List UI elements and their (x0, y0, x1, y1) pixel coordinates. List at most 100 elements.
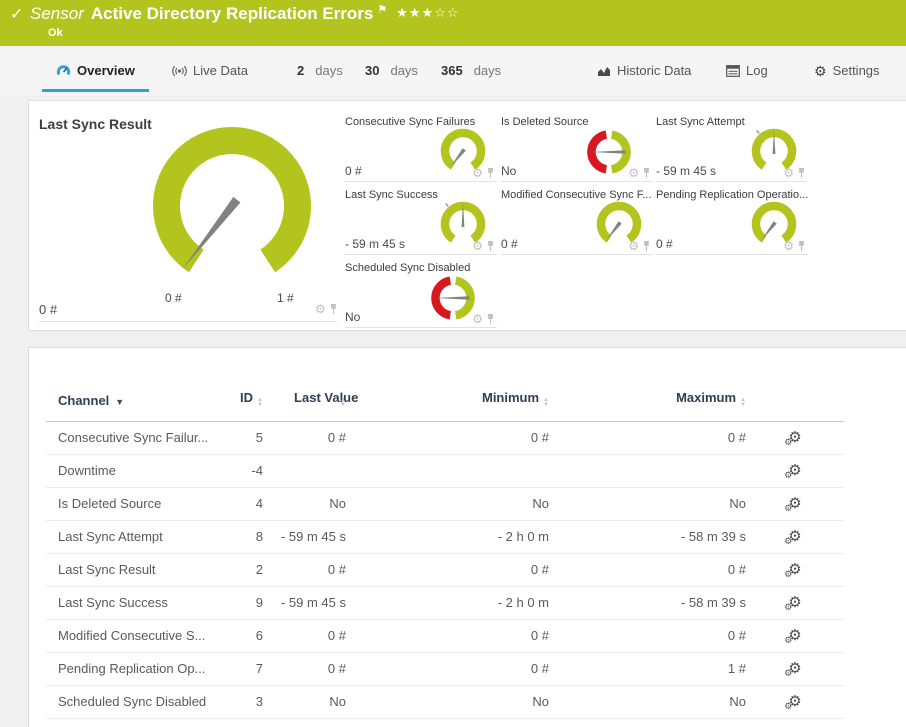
channel-minimum: 0 # (346, 421, 549, 455)
channel-name[interactable]: Pending Replication Op... (46, 652, 231, 686)
pin-icon[interactable] (642, 240, 651, 252)
table-row[interactable]: Downtime -4 ⚙ ⚙ (46, 454, 844, 488)
channel-name[interactable]: Consecutive Sync Failur... (46, 421, 231, 455)
channel-id: 4 (231, 487, 263, 521)
sort-icon: ▲ ▼ (543, 396, 549, 408)
channel-settings-gear-icon[interactable]: ⚙ ⚙ (784, 529, 801, 546)
channel-settings-gear-icon[interactable]: ⚙ ⚙ (784, 595, 801, 612)
channel-table-panel: Channel ▼ ID ▲ ▼ Last Value ▲ ▼ Minimum ▲ ▼ Max… (28, 347, 906, 727)
chevron-down-icon: ▼ (115, 396, 125, 407)
channel-id: 6 (231, 619, 263, 653)
column-header-id[interactable]: ID ▲ ▼ (231, 348, 263, 422)
channel-name[interactable]: Modified Consecutive S... (46, 619, 231, 653)
gauge-settings-gear-icon[interactable]: ⚙ (472, 313, 483, 325)
divider (345, 181, 497, 182)
area-chart-icon (598, 67, 610, 76)
table-row[interactable]: Is Deleted Source 4 No No No ⚙ ⚙ (46, 487, 844, 521)
tab-settings[interactable]: ⚙ Settings (800, 46, 894, 95)
tab-log[interactable]: Log (712, 46, 782, 95)
overview-panel: Last Sync Result 0 # 1 # 0 # ⚙ Consecuti… (28, 100, 906, 331)
channel-id: 3 (231, 685, 263, 719)
channel-name[interactable]: Last Sync Success (46, 586, 231, 620)
channel-maximum: - 58 m 39 s (549, 586, 746, 620)
channel-table: Channel ▼ ID ▲ ▼ Last Value ▲ ▼ Minimum ▲ ▼ Max… (46, 348, 844, 719)
gauge-tile-consecutive-sync-failures[interactable]: Consecutive Sync Failures 0 # ⚙ (345, 116, 499, 183)
tab-2-days-number: 2 (297, 63, 305, 78)
table-row[interactable]: Modified Consecutive S... 6 0 # 0 # 0 # … (46, 619, 844, 653)
pin-icon[interactable] (642, 167, 651, 179)
pin-icon[interactable] (486, 167, 495, 179)
channel-settings-gear-icon[interactable]: ⚙ ⚙ (784, 628, 801, 645)
channel-settings-gear-icon[interactable]: ⚙ ⚙ (784, 496, 801, 513)
column-header-maximum[interactable]: Maximum ▲ ▼ (549, 348, 746, 422)
channel-settings-gear-icon[interactable]: ⚙ ⚙ (784, 430, 801, 447)
channel-last-value: 0 # (263, 421, 346, 455)
pin-icon[interactable] (797, 167, 806, 179)
tab-2-days[interactable]: 2 days (283, 46, 357, 95)
divider (501, 181, 653, 182)
tab-30-days-number: 30 (365, 63, 380, 78)
channel-settings-gear-icon[interactable]: ⚙ ⚙ (784, 562, 801, 579)
gauge-settings-gear-icon[interactable]: ⚙ (783, 240, 794, 252)
channel-name[interactable]: Downtime (46, 454, 231, 488)
main-gauge[interactable] (147, 126, 317, 286)
channel-maximum: No (549, 685, 746, 719)
column-header-channel[interactable]: Channel ▼ (46, 348, 231, 422)
table-row[interactable]: Pending Replication Op... 7 0 # 0 # 1 # … (46, 652, 844, 686)
pin-icon[interactable] (486, 240, 495, 252)
gauge-settings-gear-icon[interactable]: ⚙ (628, 167, 639, 179)
column-header-minimum[interactable]: Minimum ▲ ▼ (346, 348, 549, 422)
gauge-settings-gear-icon[interactable]: ⚙ (315, 303, 326, 315)
channel-name[interactable]: Last Sync Result (46, 553, 231, 587)
tab-live-data[interactable]: Live Data (158, 46, 262, 95)
pin-icon[interactable] (329, 303, 338, 315)
table-row[interactable]: Consecutive Sync Failur... 5 0 # 0 # 0 #… (46, 421, 844, 455)
gauge-tile-is-deleted-source[interactable]: Is Deleted Source No ⚙ (501, 116, 655, 183)
flag-icon[interactable]: ⚑ (377, 4, 387, 16)
channel-settings-gear-icon[interactable]: ⚙ ⚙ (784, 661, 801, 678)
column-header-last-value[interactable]: Last Value ▲ ▼ (263, 348, 358, 422)
channel-minimum: 0 # (346, 652, 549, 686)
gauge-value: - 59 m 45 s (656, 164, 717, 178)
tab-historic-data[interactable]: Historic Data (583, 46, 705, 95)
gauge-settings-gear-icon[interactable]: ⚙ (472, 167, 483, 179)
table-row[interactable]: Last Sync Attempt 8 - 59 m 45 s - 2 h 0 … (46, 520, 844, 554)
gauge-value: 0 # (501, 237, 518, 251)
gauge-settings-gear-icon[interactable]: ⚙ (472, 240, 483, 252)
tab-2-days-word: days (315, 63, 343, 78)
divider (656, 254, 808, 255)
table-row[interactable]: Last Sync Result 2 0 # 0 # 0 # ⚙ ⚙ (46, 553, 844, 587)
tab-30-days-word: days (390, 63, 418, 78)
channel-id: 8 (231, 520, 263, 554)
channel-id: 5 (231, 421, 263, 455)
gauge-settings-gear-icon[interactable]: ⚙ (628, 240, 639, 252)
tab-365-days[interactable]: 365 days (427, 46, 515, 95)
gauge-value: No (501, 164, 517, 178)
gauge-settings-gear-icon[interactable]: ⚙ (783, 167, 794, 179)
gauge-tile-last-sync-success[interactable]: Last Sync Success - 59 m 45 s ⚙ (345, 189, 499, 256)
pin-icon[interactable] (797, 240, 806, 252)
channel-minimum: - 2 h 0 m (346, 586, 549, 620)
table-row[interactable]: Last Sync Success 9 - 59 m 45 s - 2 h 0 … (46, 586, 844, 620)
channel-name[interactable]: Scheduled Sync Disabled (46, 685, 231, 719)
gauge-tile-scheduled-sync-disabled[interactable]: Scheduled Sync Disabled No ⚙ (345, 262, 499, 329)
channel-settings-gear-icon[interactable]: ⚙ ⚙ (784, 694, 801, 711)
channel-name[interactable]: Last Sync Attempt (46, 520, 231, 554)
table-row[interactable]: Scheduled Sync Disabled 3 No No No ⚙ ⚙ (46, 685, 844, 719)
star-rating[interactable]: ★★★☆☆ (396, 5, 459, 20)
pin-icon[interactable] (486, 313, 495, 325)
main-gauge-value: 0 # (39, 302, 58, 317)
channel-name[interactable]: Is Deleted Source (46, 487, 231, 521)
channel-settings-gear-icon[interactable]: ⚙ ⚙ (784, 463, 801, 480)
tab-overview[interactable]: Overview (42, 46, 149, 95)
channel-maximum: 1 # (549, 652, 746, 686)
channel-minimum: - 2 h 0 m (346, 520, 549, 554)
gauge-tile-last-sync-attempt[interactable]: Last Sync Attempt - 59 m 45 s ⚙ (656, 116, 810, 183)
sensor-status-text: Ok (48, 27, 63, 39)
tab-30-days[interactable]: 30 days (351, 46, 432, 95)
channel-maximum: - 58 m 39 s (549, 520, 746, 554)
gauge-tile-pending-replication-operations[interactable]: Pending Replication Operatio... 0 # ⚙ (656, 189, 810, 256)
channel-maximum: 0 # (549, 553, 746, 587)
broadcast-icon (172, 65, 187, 76)
gauge-tile-modified-consecutive-sync-failures[interactable]: Modified Consecutive Sync F... 0 # ⚙ (501, 189, 655, 256)
